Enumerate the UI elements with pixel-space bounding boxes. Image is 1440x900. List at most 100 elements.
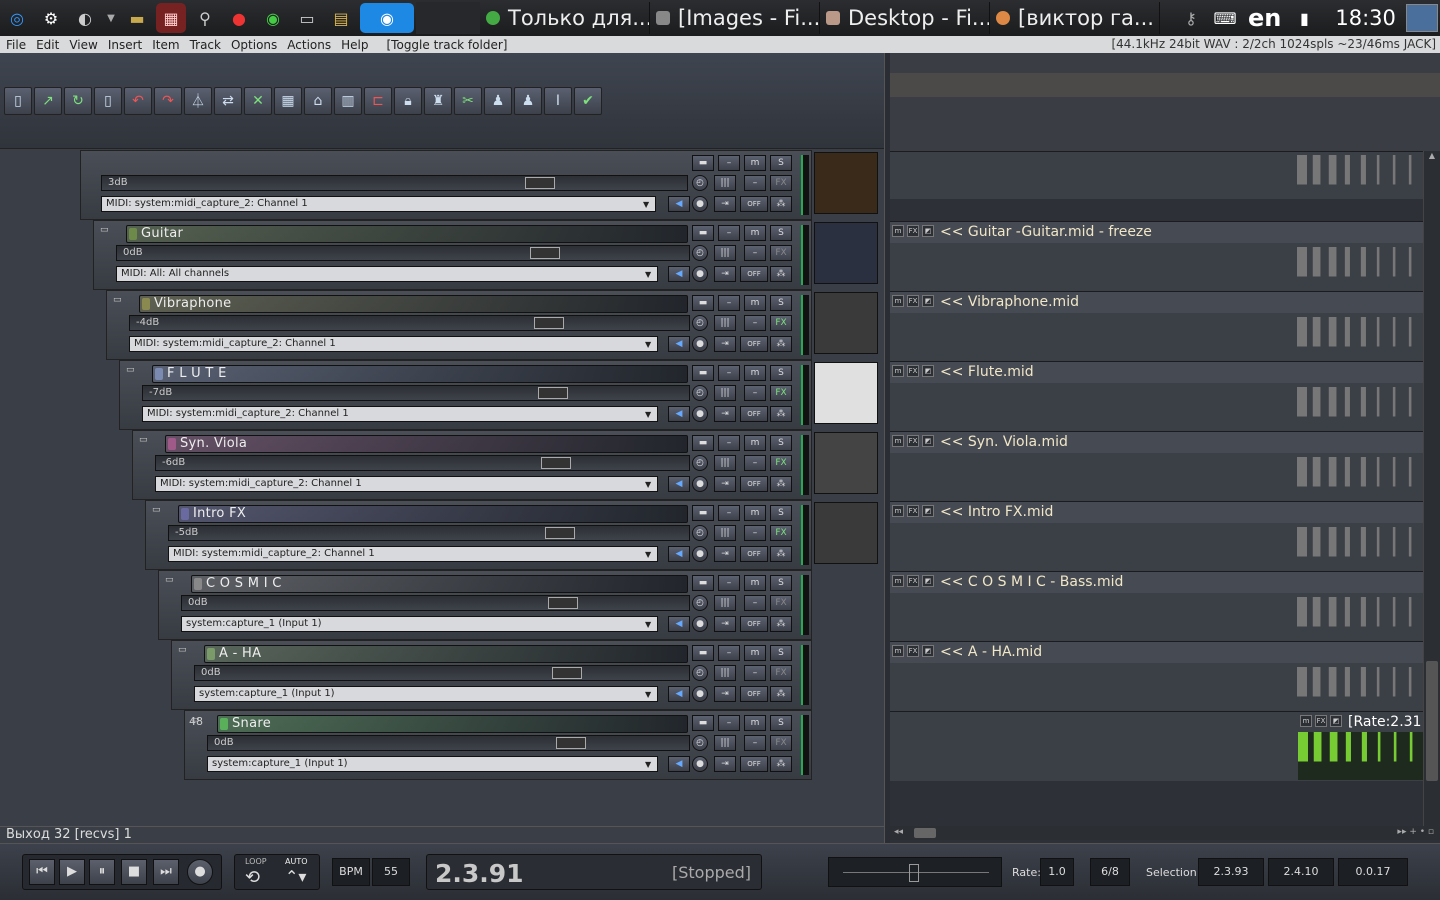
route-icon[interactable]: ⇥ bbox=[714, 196, 736, 212]
plugin-thumbnail[interactable] bbox=[814, 292, 878, 354]
env-button[interactable]: ⁂ bbox=[770, 336, 792, 352]
record-arm-icon[interactable]: ● bbox=[692, 406, 708, 422]
pan-knob[interactable]: ◴ bbox=[692, 595, 708, 611]
mute-button[interactable]: m bbox=[744, 715, 766, 731]
input-select[interactable]: MIDI: system:midi_capture_2: Channel 1 ▼ bbox=[168, 546, 658, 562]
monitor-icon[interactable]: ◀ bbox=[668, 476, 690, 492]
track-lane[interactable]: mFX◩ << C O S M I C - Bass.mid ▌▍▍▎▎▏▏▏▏▏▏… bbox=[890, 571, 1423, 641]
phase-button[interactable]: ||| bbox=[714, 245, 736, 261]
pan-knob[interactable]: ◴ bbox=[692, 175, 708, 191]
route-icon[interactable]: ⇥ bbox=[714, 686, 736, 702]
track-lane[interactable]: mFX◩ << A - HA.mid ▌▍▍▎▎▏▏▏▏▏▏▏ bbox=[890, 641, 1423, 711]
metronome-icon[interactable]: ⏃ bbox=[184, 87, 212, 115]
record-arm-icon[interactable]: ● bbox=[692, 336, 708, 352]
pan-knob[interactable]: ◴ bbox=[692, 455, 708, 471]
volume-fader[interactable]: 3dB bbox=[101, 175, 688, 191]
record-arm-icon[interactable]: ● bbox=[692, 476, 708, 492]
minus-button[interactable]: – bbox=[718, 225, 740, 241]
fx-button[interactable]: FX bbox=[770, 455, 792, 471]
fader-handle[interactable] bbox=[544, 527, 575, 539]
hscrollbar-thumb[interactable] bbox=[914, 828, 936, 838]
monitor-icon[interactable]: ◀ bbox=[668, 336, 690, 352]
taskbar-task-2[interactable]: [Images - Fi... bbox=[650, 2, 820, 34]
clip-title[interactable]: << Flute.mid bbox=[940, 364, 1034, 380]
envelope-icon[interactable]: ◩ bbox=[922, 295, 934, 307]
record-arm-icon[interactable]: ● bbox=[692, 546, 708, 562]
mute-button[interactable]: m bbox=[744, 505, 766, 521]
envelope-icon[interactable]: ◩ bbox=[922, 575, 934, 587]
solo-button[interactable]: S bbox=[770, 435, 792, 451]
people-icon[interactable]: ♟ bbox=[484, 87, 512, 115]
route-icon[interactable]: ⇥ bbox=[714, 476, 736, 492]
phase-button[interactable]: ||| bbox=[714, 665, 736, 681]
minus-button[interactable]: – bbox=[718, 505, 740, 521]
phase-button[interactable]: ||| bbox=[714, 175, 736, 191]
fx-button[interactable]: FX bbox=[1315, 715, 1327, 727]
scroll-left-icon[interactable]: ◂◂ bbox=[894, 827, 903, 837]
save-project-icon[interactable]: ↻ bbox=[64, 87, 92, 115]
input-select[interactable]: MIDI: system:midi_capture_2: Channel 1 ▼ bbox=[155, 476, 658, 492]
fader-handle[interactable] bbox=[524, 177, 555, 189]
monitor-icon[interactable]: ◀ bbox=[668, 756, 690, 772]
settings-icon[interactable]: ⚙ bbox=[36, 3, 66, 33]
track-lane[interactable]: mFX◩ [Rate:2.31 ▌▍▍▎▎▏▏▏▏▏▏▏▏▏▏ bbox=[890, 711, 1423, 781]
slider-handle[interactable] bbox=[909, 864, 919, 882]
track-name[interactable]: Vibraphone bbox=[139, 295, 688, 313]
track-name[interactable]: Guitar bbox=[126, 225, 688, 243]
calculator-icon[interactable]: ▦ bbox=[156, 3, 186, 33]
scroll-up-icon[interactable]: ▲ bbox=[1424, 151, 1440, 160]
new-project-icon[interactable]: ▯ bbox=[4, 87, 32, 115]
track-lane[interactable]: mFX◩ << Syn. Viola.mid ▌▍▍▎▎▏▏▏▏▏▏▏ bbox=[890, 431, 1423, 501]
env-button[interactable]: ⁂ bbox=[770, 196, 792, 212]
monitor-icon[interactable]: ◀ bbox=[668, 686, 690, 702]
menu-file[interactable]: File bbox=[6, 38, 26, 52]
vpn-icon[interactable]: ⚷ bbox=[1176, 3, 1206, 33]
time-display[interactable]: 2.3.91 [Stopped] bbox=[426, 854, 762, 890]
clip-title[interactable]: << Intro FX.mid bbox=[940, 504, 1053, 520]
fader-handle[interactable] bbox=[552, 667, 583, 679]
pan-knob[interactable]: ◴ bbox=[692, 315, 708, 331]
app-launcher-icon[interactable]: ◎ bbox=[2, 3, 32, 33]
track-name[interactable]: Intro FX bbox=[178, 505, 688, 523]
solo-button[interactable]: S bbox=[770, 645, 792, 661]
plugin-thumbnail[interactable] bbox=[814, 222, 878, 284]
mute-button[interactable]: m bbox=[744, 295, 766, 311]
auto-crossfade-icon[interactable]: ✕ bbox=[244, 87, 272, 115]
input-select[interactable]: MIDI: system:midi_capture_2: Channel 1 ▼ bbox=[142, 406, 658, 422]
minus-button[interactable]: – bbox=[744, 595, 766, 611]
fx-button[interactable]: FX bbox=[770, 525, 792, 541]
track-row[interactable]: ▭ Syn. Viola -6dB MIDI: system:midi_capture… bbox=[132, 430, 812, 500]
mute-button[interactable]: m bbox=[892, 575, 904, 587]
env-button[interactable]: ⁂ bbox=[770, 476, 792, 492]
open-project-icon[interactable]: ↗ bbox=[34, 87, 62, 115]
selection-start-field[interactable]: 2.3.93 bbox=[1198, 858, 1264, 886]
track-row[interactable]: ▭ Guitar 0dB MIDI: All: All channels ▼ ▬ – m S ◴ |… bbox=[93, 220, 812, 290]
off-button[interactable]: OFF bbox=[740, 336, 768, 352]
fx-button[interactable]: FX bbox=[907, 645, 919, 657]
folder-button[interactable]: ▬ bbox=[692, 575, 714, 591]
plugin-thumbnail[interactable] bbox=[814, 362, 878, 424]
fx-button[interactable]: FX bbox=[770, 315, 792, 331]
battery-icon[interactable]: ▮ bbox=[1289, 3, 1319, 33]
clip-title[interactable]: << Syn. Viola.mid bbox=[940, 434, 1068, 450]
track-lane[interactable]: mFX◩ << Flute.mid ▌▍▍▎▎▏▏▏▏▏▏▏ bbox=[890, 361, 1423, 431]
folder-collapse-icon[interactable]: ▭ bbox=[178, 645, 190, 655]
language-indicator[interactable]: en bbox=[1248, 4, 1281, 32]
mute-button[interactable]: m bbox=[744, 435, 766, 451]
fx-button[interactable]: FX bbox=[770, 385, 792, 401]
envelope-icon[interactable]: ⌂ bbox=[304, 87, 332, 115]
snap-icon[interactable]: ⊏ bbox=[364, 87, 392, 115]
track-lane[interactable]: mFX◩ << Intro FX.mid ▌▍▍▎▎▏▏▏▏▏▏▏ bbox=[890, 501, 1423, 571]
menu-track[interactable]: Track bbox=[190, 38, 221, 52]
loop-icon[interactable]: ⟲ bbox=[245, 867, 260, 888]
folder-button[interactable]: ▬ bbox=[692, 645, 714, 661]
plugin-thumbnail[interactable] bbox=[814, 432, 878, 494]
input-select[interactable]: MIDI: system:midi_capture_2: Channel 1 ▼ bbox=[129, 336, 658, 352]
monitor-icon[interactable]: ◀ bbox=[668, 616, 690, 632]
minus-button[interactable]: – bbox=[718, 295, 740, 311]
redo-icon[interactable]: ↷ bbox=[154, 87, 182, 115]
phase-button[interactable]: ||| bbox=[714, 455, 736, 471]
snare-audio-item[interactable]: ▌▍▍▎▎▏▏▏▏▏▏▏▏▏▏ bbox=[1298, 732, 1423, 780]
monitor-icon[interactable]: ◀ bbox=[668, 546, 690, 562]
fx-button[interactable]: FX bbox=[770, 245, 792, 261]
